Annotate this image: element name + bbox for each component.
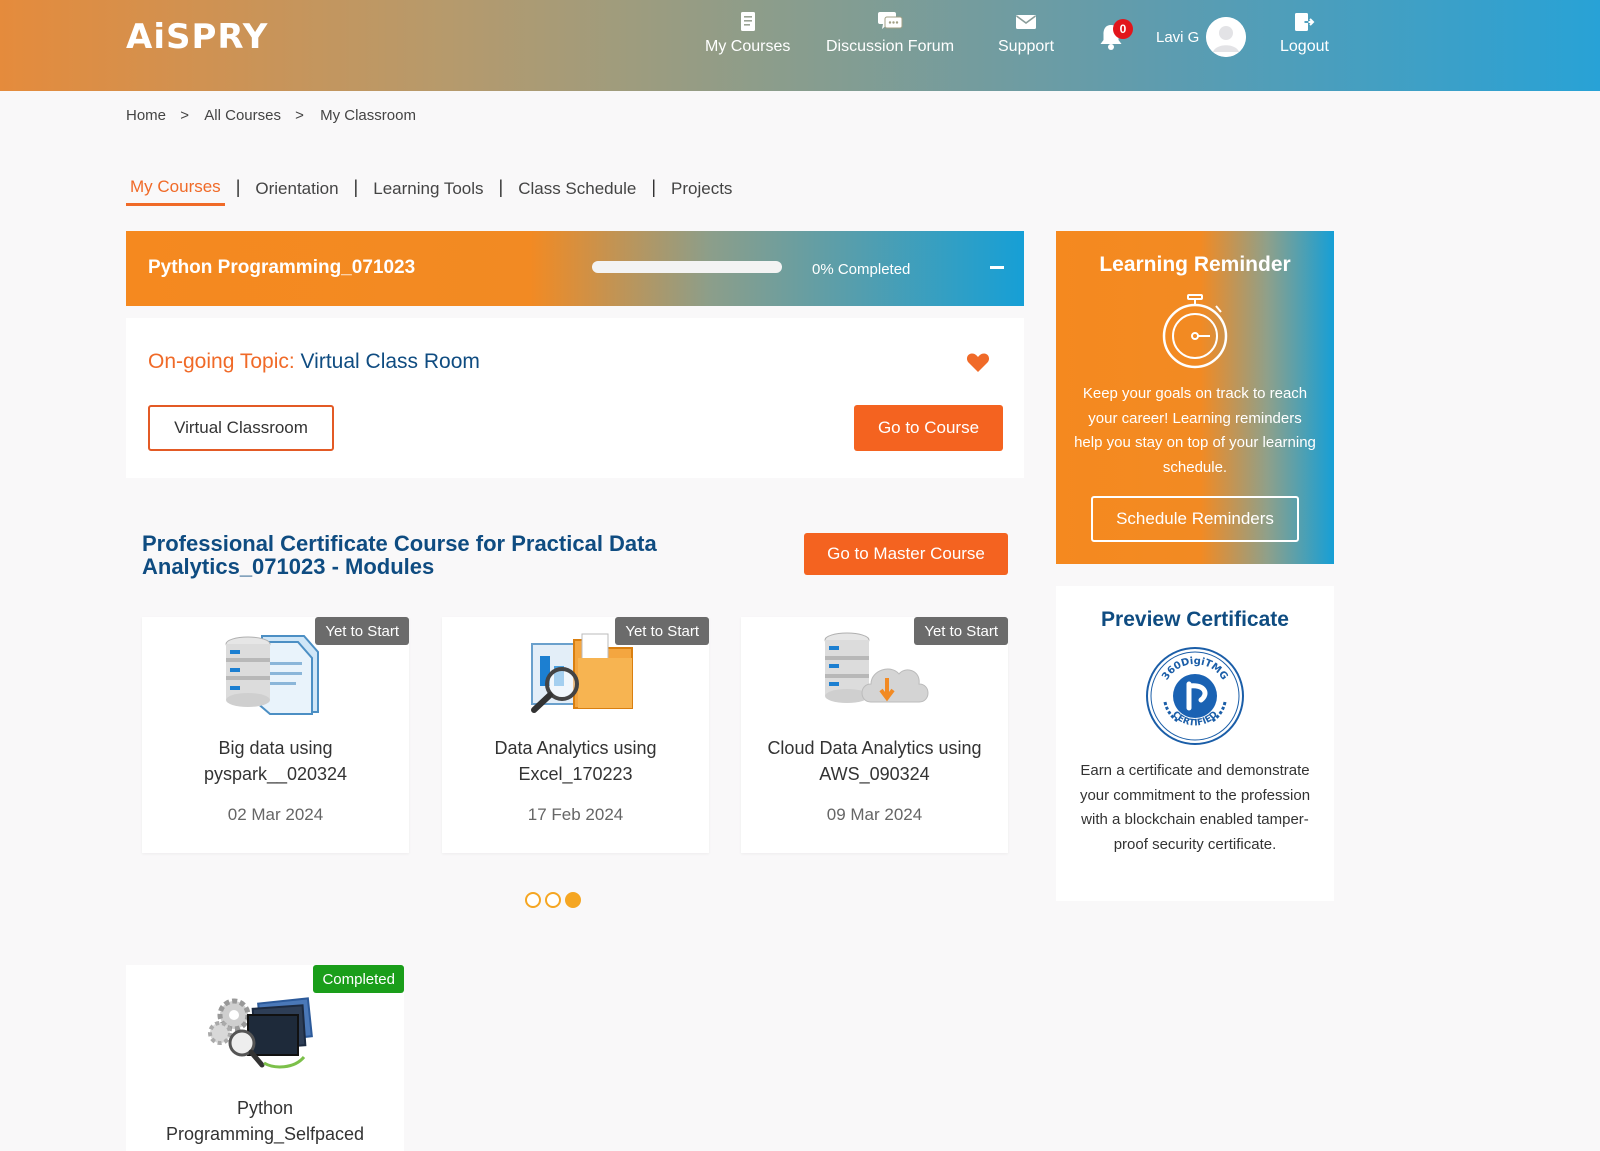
breadcrumb-separator: > [180,107,189,124]
nav-logout-label: Logout [1280,38,1329,55]
nav-support-label: Support [998,38,1055,55]
tab-divider: | [498,177,504,197]
nav-support[interactable]: Support [998,10,1054,56]
go-to-master-course-button[interactable]: Go to Master Course [804,533,1008,575]
breadcrumb-separator: > [295,107,304,124]
nav-logout[interactable]: Logout [1280,10,1329,56]
module-name-line: Big data using [218,738,333,758]
nav-my-courses[interactable]: My Courses [705,10,790,56]
collapse-icon[interactable] [986,256,1008,278]
learning-reminder-panel: Learning Reminder Keep your goals on tra… [1056,231,1334,564]
module-date: 17 Feb 2024 [527,805,624,824]
module-card[interactable]: Yet to Start Big data using pyspark__020… [142,617,409,853]
ongoing-topic-label: On-going Topic: [148,350,295,373]
learning-reminder-title: Learning Reminder [1099,253,1291,276]
nav-my-courses-label: My Courses [705,38,791,55]
preview-certificate-title: Preview Certificate [1101,608,1289,631]
ongoing-topic-card: On-going Topic: Virtual Class Room Virtu… [126,318,1024,478]
module-name: Big data using pyspark__020324 [142,735,409,787]
chat-bubbles-icon [878,12,903,29]
module-card[interactable]: Yet to Start Data Analytics using Excel_… [442,617,709,853]
nav-discussion-forum-label: Discussion Forum [826,38,955,55]
completed-course-name: Python Programming_Selfpaced [126,1095,404,1147]
notification-count-badge: 0 [1113,19,1133,39]
preview-certificate-panel[interactable]: Preview Certificate 360DigiTMG CERTIFIED… [1056,586,1334,901]
go-to-course-button[interactable]: Go to Course [854,405,1003,451]
schedule-reminders-button[interactable]: Schedule Reminders [1091,496,1299,542]
module-name-line: Data Analytics using [494,738,657,758]
course-progress-text: 0% Completed [812,261,911,278]
nav-discussion-forum[interactable]: Discussion Forum [826,10,954,56]
magnifier-folder-icon [531,633,633,713]
stopwatch-icon [1162,294,1228,369]
aispry-logo[interactable]: AiSPRY [126,17,268,57]
certified-seal-icon: 360DigiTMG CERTIFIED [1146,647,1244,745]
user-name[interactable]: Lavi G [1156,29,1199,46]
module-date: 09 Mar 2024 [826,805,923,824]
tab-divider: | [353,177,359,197]
gears-screens-icon [208,997,313,1069]
tab-class-schedule[interactable]: Class Schedule [514,177,640,205]
database-documents-icon [225,635,319,715]
ongoing-topic-value[interactable]: Virtual Class Room [301,350,480,373]
modules-section-title: Professional Certificate Course for Prac… [142,531,657,579]
tab-learning-tools[interactable]: Learning Tools [369,177,487,205]
user-avatar-icon[interactable] [1206,17,1246,57]
module-date: 02 Mar 2024 [227,805,324,824]
preview-certificate-text: Earn a certificate and demonstrate your … [1079,762,1311,853]
carousel-dot[interactable] [545,892,561,908]
breadcrumb-my-classroom: My Classroom [320,107,416,124]
breadcrumb-all-courses[interactable]: All Courses [204,107,281,124]
classroom-tabs: My Courses | Orientation | Learning Tool… [126,175,736,206]
module-name: Data Analytics using Excel_170223 [442,735,709,787]
module-name-line: AWS_090324 [819,764,930,784]
module-name: Cloud Data Analytics using AWS_090324 [741,735,1008,787]
carousel-pagination [525,892,581,908]
heart-icon[interactable] [966,351,990,373]
module-card[interactable]: Yet to Start Cloud Data Analytics using … [741,617,1008,853]
course-progress-bar [592,261,782,273]
course-title: Python Programming_071023 [148,257,416,278]
course-name-line: Python [236,1098,294,1118]
module-name-line: Excel_170223 [518,764,633,784]
tab-projects[interactable]: Projects [667,177,736,205]
module-name-line: Cloud Data Analytics using [767,738,982,758]
course-name-line: Programming_Selfpaced [165,1124,365,1144]
tab-my-courses[interactable]: My Courses [126,175,225,206]
carousel-dot-active[interactable] [565,892,581,908]
envelope-icon [1016,15,1037,29]
book-icon [740,12,755,31]
completed-course-card[interactable]: Completed Python Programming_Selfpaced [126,965,404,1151]
breadcrumb: Home > All Courses > My Classroom [126,107,426,124]
logout-icon [1295,13,1315,31]
virtual-classroom-button[interactable]: Virtual Classroom [148,405,334,451]
top-navigation-bar: AiSPRY My Courses Discussion Forum Suppo… [0,0,1600,91]
ongoing-topic: On-going Topic: Virtual Class Room [148,350,480,374]
database-cloud-icon [824,632,929,703]
carousel-dot[interactable] [525,892,541,908]
module-name-line: pyspark__020324 [203,764,348,784]
completed-status-badge: Completed [313,965,404,993]
breadcrumb-home[interactable]: Home [126,107,166,124]
tab-orientation[interactable]: Orientation [251,177,342,205]
learning-reminder-text: Keep your goals on track to reach your c… [1074,385,1316,476]
tab-divider: | [651,177,657,197]
tab-divider: | [235,177,241,197]
course-header[interactable]: Python Programming_071023 0% Completed [126,231,1024,306]
